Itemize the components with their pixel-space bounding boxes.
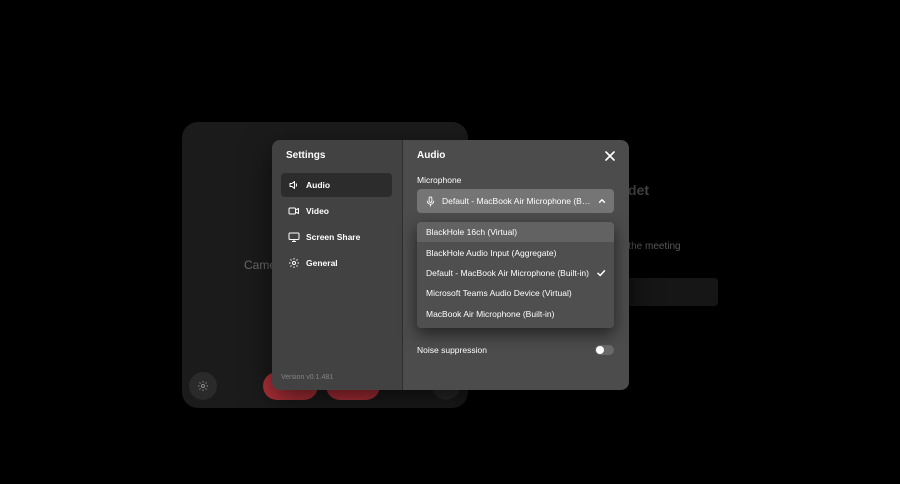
sidebar-item-general[interactable]: General xyxy=(281,251,392,275)
dropdown-option[interactable]: MacBook Air Microphone (Built-in) xyxy=(417,304,614,324)
microphone-select-value: Default - MacBook Air Microphone (Built-… xyxy=(442,196,592,206)
microphone-select[interactable]: Default - MacBook Air Microphone (Built-… xyxy=(417,189,614,213)
join-subtitle: n the meeting xyxy=(620,241,681,252)
microphone-label: Microphone xyxy=(417,175,462,185)
video-camera-icon xyxy=(288,205,300,217)
settings-sidebar: Settings Audio Video Screen Share Genera… xyxy=(272,140,402,390)
dropdown-option-label: BlackHole 16ch (Virtual) xyxy=(426,227,518,238)
chevron-up-icon xyxy=(598,197,606,205)
version-text: Version v0.1.481 xyxy=(281,374,334,381)
close-icon xyxy=(605,151,615,161)
sidebar-item-label: Audio xyxy=(306,180,331,190)
speaker-icon xyxy=(288,179,300,191)
sidebar-item-label: Screen Share xyxy=(306,232,361,242)
dropdown-option-label: MacBook Air Microphone (Built-in) xyxy=(426,308,555,319)
sidebar-item-screen-share[interactable]: Screen Share xyxy=(281,225,392,249)
noise-suppression-label: Noise suppression xyxy=(417,345,487,355)
dropdown-option[interactable]: Microsoft Teams Audio Device (Virtual) xyxy=(417,283,614,303)
gear-icon xyxy=(198,381,208,391)
section-title: Audio xyxy=(417,150,446,161)
sidebar-item-audio[interactable]: Audio xyxy=(281,173,392,197)
sidebar-item-label: General xyxy=(306,258,338,268)
join-heading: det xyxy=(628,182,649,198)
dropdown-option[interactable]: BlackHole 16ch (Virtual) xyxy=(417,222,614,243)
dropdown-option-label: BlackHole Audio Input (Aggregate) xyxy=(426,247,557,258)
toggle-knob xyxy=(596,346,604,354)
monitor-icon xyxy=(288,231,300,243)
microphone-icon xyxy=(425,195,436,207)
sidebar-item-video[interactable]: Video xyxy=(281,199,392,223)
checkmark-icon xyxy=(597,269,606,277)
app-stage: Came det n the meeting Settings Audio Vi… xyxy=(0,0,900,484)
gear-icon xyxy=(288,257,300,269)
settings-title: Settings xyxy=(286,150,326,161)
dropdown-option[interactable]: Default - MacBook Air Microphone (Built-… xyxy=(417,263,614,283)
preview-settings-button[interactable] xyxy=(189,372,217,400)
microphone-dropdown-menu: BlackHole 16ch (Virtual) BlackHole Audio… xyxy=(417,222,614,328)
dropdown-option-label: Default - MacBook Air Microphone (Built-… xyxy=(426,267,589,278)
noise-suppression-toggle[interactable] xyxy=(595,345,614,355)
dropdown-option[interactable]: BlackHole Audio Input (Aggregate) xyxy=(417,242,614,262)
sidebar-item-label: Video xyxy=(306,206,329,216)
dropdown-option-label: Microsoft Teams Audio Device (Virtual) xyxy=(426,288,572,299)
close-button[interactable] xyxy=(603,149,617,163)
